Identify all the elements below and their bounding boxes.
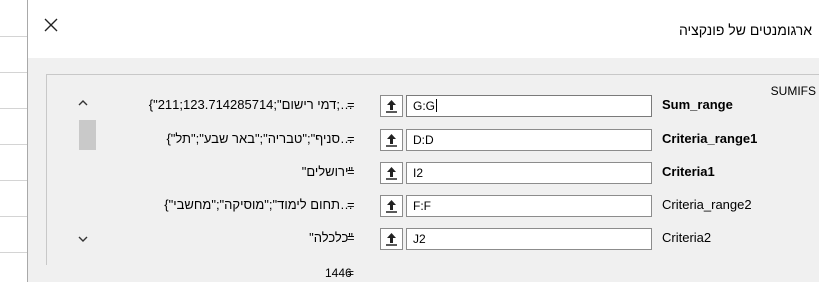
argument-row-criteria2: "כלכלה" = J2 Criteria2 bbox=[28, 227, 819, 251]
argument-value-preview: {"תחום לימוד";"מוסיקה";"מחשבי… bbox=[164, 197, 353, 212]
argument-label-criteria-range2: Criteria_range2 bbox=[662, 197, 752, 212]
argument-row-criteria-range1: {"סניף";"טבריה";"באר שבע";"תל… = D:D Cri… bbox=[28, 128, 819, 152]
dialog-titlebar: ארגומנטים של פונקציה bbox=[28, 0, 819, 58]
criteria2-input[interactable]: J2 bbox=[406, 228, 652, 250]
equals-sign: = bbox=[347, 164, 355, 179]
argument-label-criteria2: Criteria2 bbox=[662, 230, 712, 245]
range-picker-icon[interactable] bbox=[380, 129, 403, 151]
sum-range-input[interactable]: G:G bbox=[406, 95, 652, 117]
sheet-gridline bbox=[0, 216, 27, 217]
sheet-gridline bbox=[0, 108, 27, 109]
sheet-gridline bbox=[0, 36, 27, 37]
range-picker-icon[interactable] bbox=[380, 95, 403, 117]
argument-value-preview: "ירושלים" bbox=[301, 164, 353, 179]
equals-sign: = bbox=[347, 230, 355, 245]
argument-label-criteria-range1: Criteria_range1 bbox=[662, 131, 758, 146]
argument-row-criteria1: "ירושלים" = I2 Criteria1 bbox=[28, 161, 819, 185]
sheet-gridline bbox=[0, 72, 27, 73]
equals-sign: = bbox=[347, 131, 355, 146]
result-equals-sign: = bbox=[347, 266, 355, 280]
sheet-gridline bbox=[0, 180, 27, 181]
function-arguments-dialog: ארגומנטים של פונקציה SUMIFS {"דמי רישום"… bbox=[27, 0, 819, 282]
spreadsheet-background bbox=[0, 0, 27, 282]
criteria1-input[interactable]: I2 bbox=[406, 162, 652, 184]
argument-row-sum-range: {"דמי רישום";123.714285714;211;… = G:G S… bbox=[28, 94, 819, 118]
equals-sign: = bbox=[347, 97, 355, 112]
range-picker-icon[interactable] bbox=[380, 228, 403, 250]
range-picker-icon[interactable] bbox=[380, 162, 403, 184]
close-icon[interactable] bbox=[40, 14, 62, 36]
argument-row-criteria-range2: {"תחום לימוד";"מוסיקה";"מחשבי… = F:F Cri… bbox=[28, 194, 819, 218]
sheet-gridline bbox=[0, 252, 27, 253]
criteria-range2-input[interactable]: F:F bbox=[406, 195, 652, 217]
argument-label-sum-range: Sum_range bbox=[662, 97, 733, 112]
dialog-title: ארגומנטים של פונקציה bbox=[678, 22, 812, 38]
argument-value-preview: {"דמי רישום";123.714285714;211;… bbox=[148, 97, 353, 112]
equals-sign: = bbox=[347, 197, 355, 212]
sheet-gridline bbox=[0, 144, 27, 145]
criteria-range1-input[interactable]: D:D bbox=[406, 129, 652, 151]
text-caret bbox=[436, 99, 438, 112]
argument-label-criteria1: Criteria1 bbox=[662, 164, 715, 179]
range-picker-icon[interactable] bbox=[380, 195, 403, 217]
argument-value-preview: {"סניף";"טבריה";"באר שבע";"תל… bbox=[166, 131, 353, 146]
